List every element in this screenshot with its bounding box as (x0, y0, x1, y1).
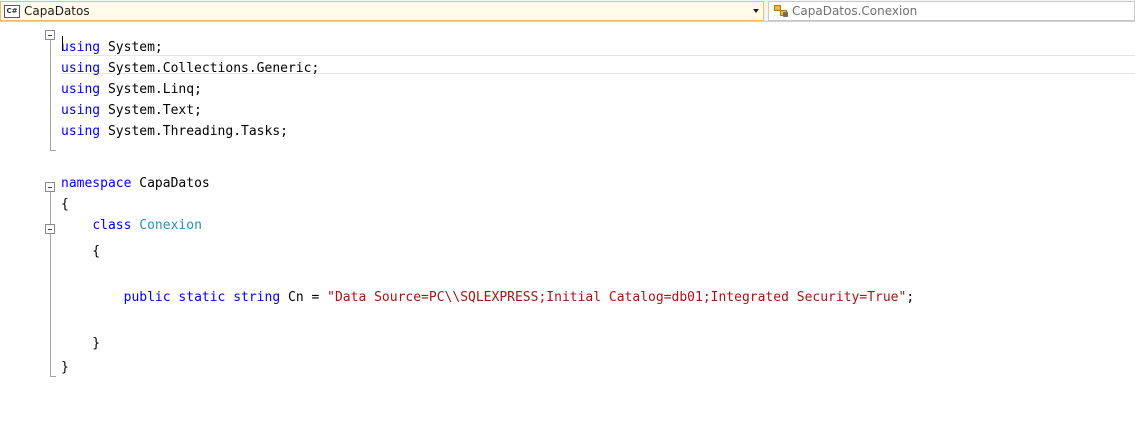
code-line: public static string Cn = "Data Source=P… (123, 290, 915, 305)
code-line: { (61, 197, 69, 212)
member-dropdown[interactable]: CapaDatos.Conexion (768, 1, 1135, 21)
code-line: using System.Collections.Generic; (61, 61, 320, 76)
collapse-icon[interactable] (45, 182, 55, 192)
project-name-label: CapaDatos (24, 4, 90, 18)
code-line: using System.Text; (61, 103, 202, 118)
project-dropdown[interactable]: C# CapaDatos (0, 1, 764, 21)
outline-line (50, 192, 51, 376)
code-line: } (61, 360, 69, 375)
code-line: namespace CapaDatos (61, 176, 210, 191)
collapse-icon[interactable] (45, 30, 55, 40)
member-name-label: CapaDatos.Conexion (792, 4, 918, 18)
code-line: { (61, 244, 101, 259)
code-line: using System.Linq; (61, 82, 202, 97)
outline-line (50, 40, 51, 150)
code-editor[interactable]: using System; using System.Collections.G… (0, 22, 1135, 432)
code-line: class Conexion (92, 218, 202, 233)
dropdown-arrow-icon[interactable] (749, 2, 763, 20)
csharp-project-icon: C# (4, 4, 20, 18)
collapse-icon[interactable] (45, 224, 55, 234)
code-line: } (61, 336, 101, 351)
code-line: using System.Threading.Tasks; (61, 124, 288, 139)
navigation-bar: C# CapaDatos CapaDatos.Conexion (0, 0, 1135, 22)
class-icon (773, 4, 789, 18)
text-cursor (62, 36, 63, 51)
outline-line (50, 376, 56, 377)
outline-line (50, 150, 56, 151)
code-line: using System; (61, 40, 163, 55)
